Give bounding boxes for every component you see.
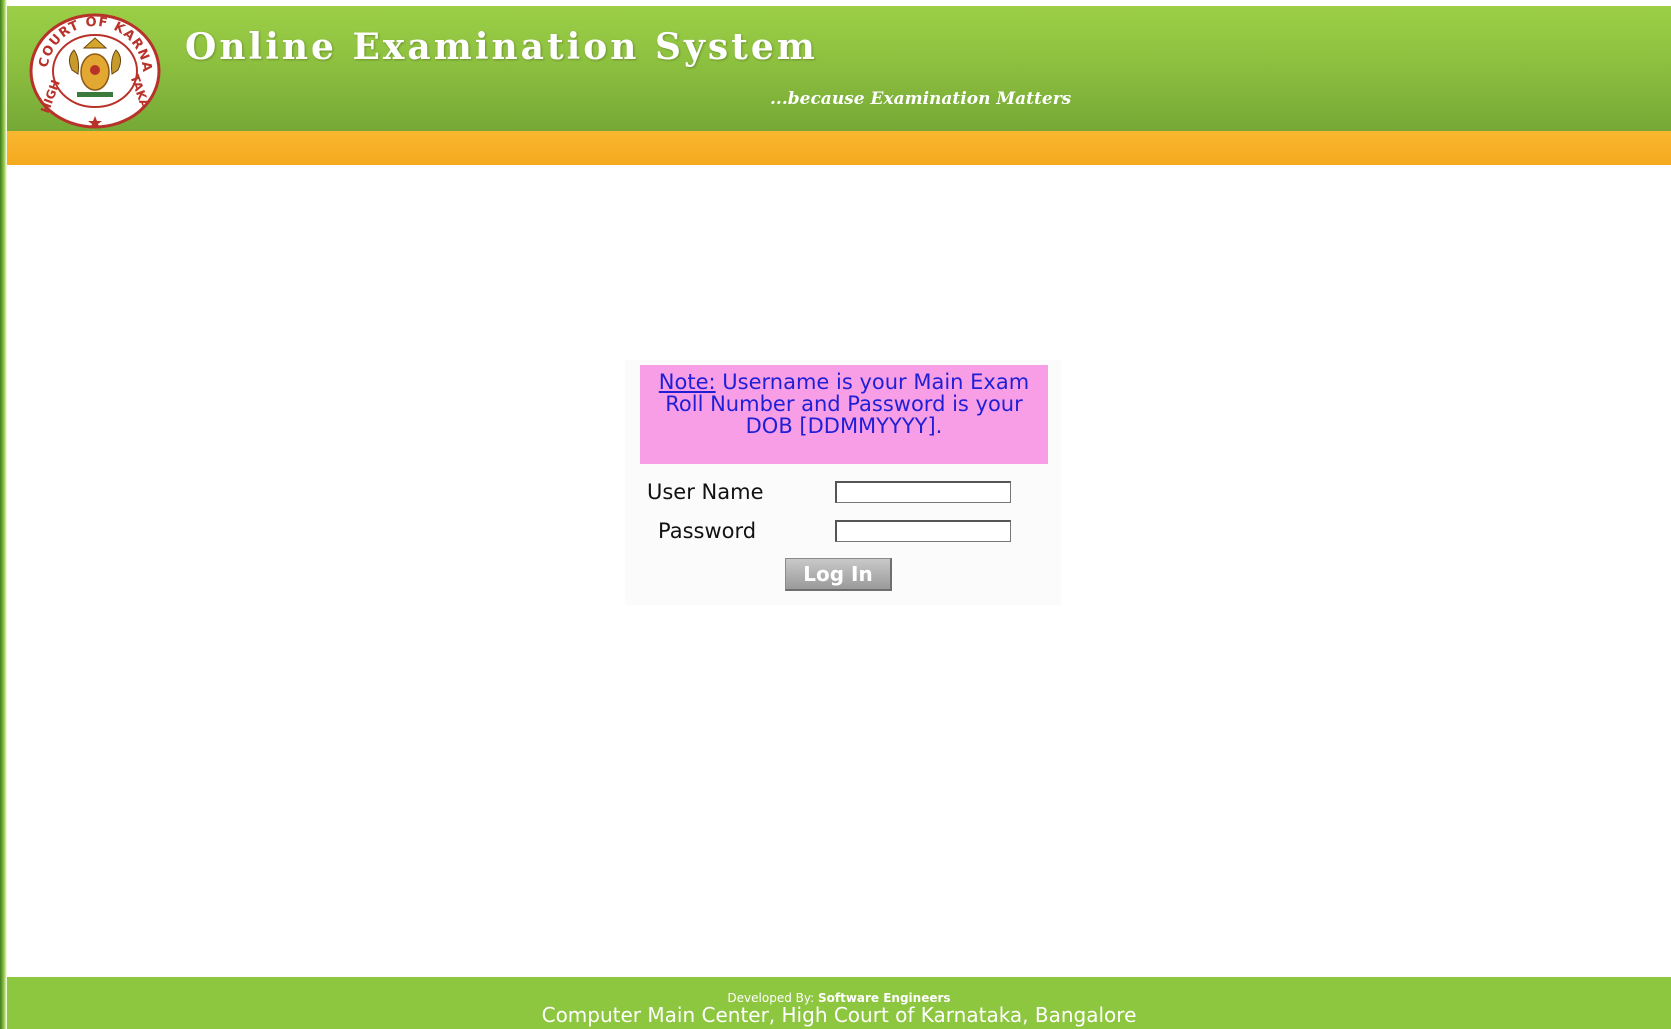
password-label: Password — [658, 519, 757, 543]
username-input[interactable] — [835, 481, 1011, 503]
username-label: User Name — [647, 480, 764, 504]
note-text: Username is your Main Exam Roll Number a… — [665, 370, 1030, 438]
header-banner — [7, 6, 1671, 131]
left-edge-decoration — [0, 0, 7, 1029]
password-input[interactable] — [835, 520, 1011, 542]
note-label: Note: — [658, 370, 716, 394]
page-title: Online Examination System — [185, 26, 818, 68]
login-page: COURT OF KARNA HIGH TAKA Online Examinat… — [0, 0, 1671, 1029]
login-button[interactable]: Log In — [785, 558, 892, 591]
footer-organization: Computer Main Center, High Court of Karn… — [541, 1003, 1137, 1027]
login-panel: Note: Username is your Main Exam Roll Nu… — [625, 360, 1061, 605]
footer: Developed By: Software Engineers Compute… — [7, 977, 1671, 1029]
login-note: Note: Username is your Main Exam Roll Nu… — [640, 365, 1048, 464]
orange-divider-bar — [7, 131, 1671, 165]
high-court-seal-logo: COURT OF KARNA HIGH TAKA — [29, 13, 161, 129]
tagline: ...because Examination Matters — [770, 89, 1072, 109]
